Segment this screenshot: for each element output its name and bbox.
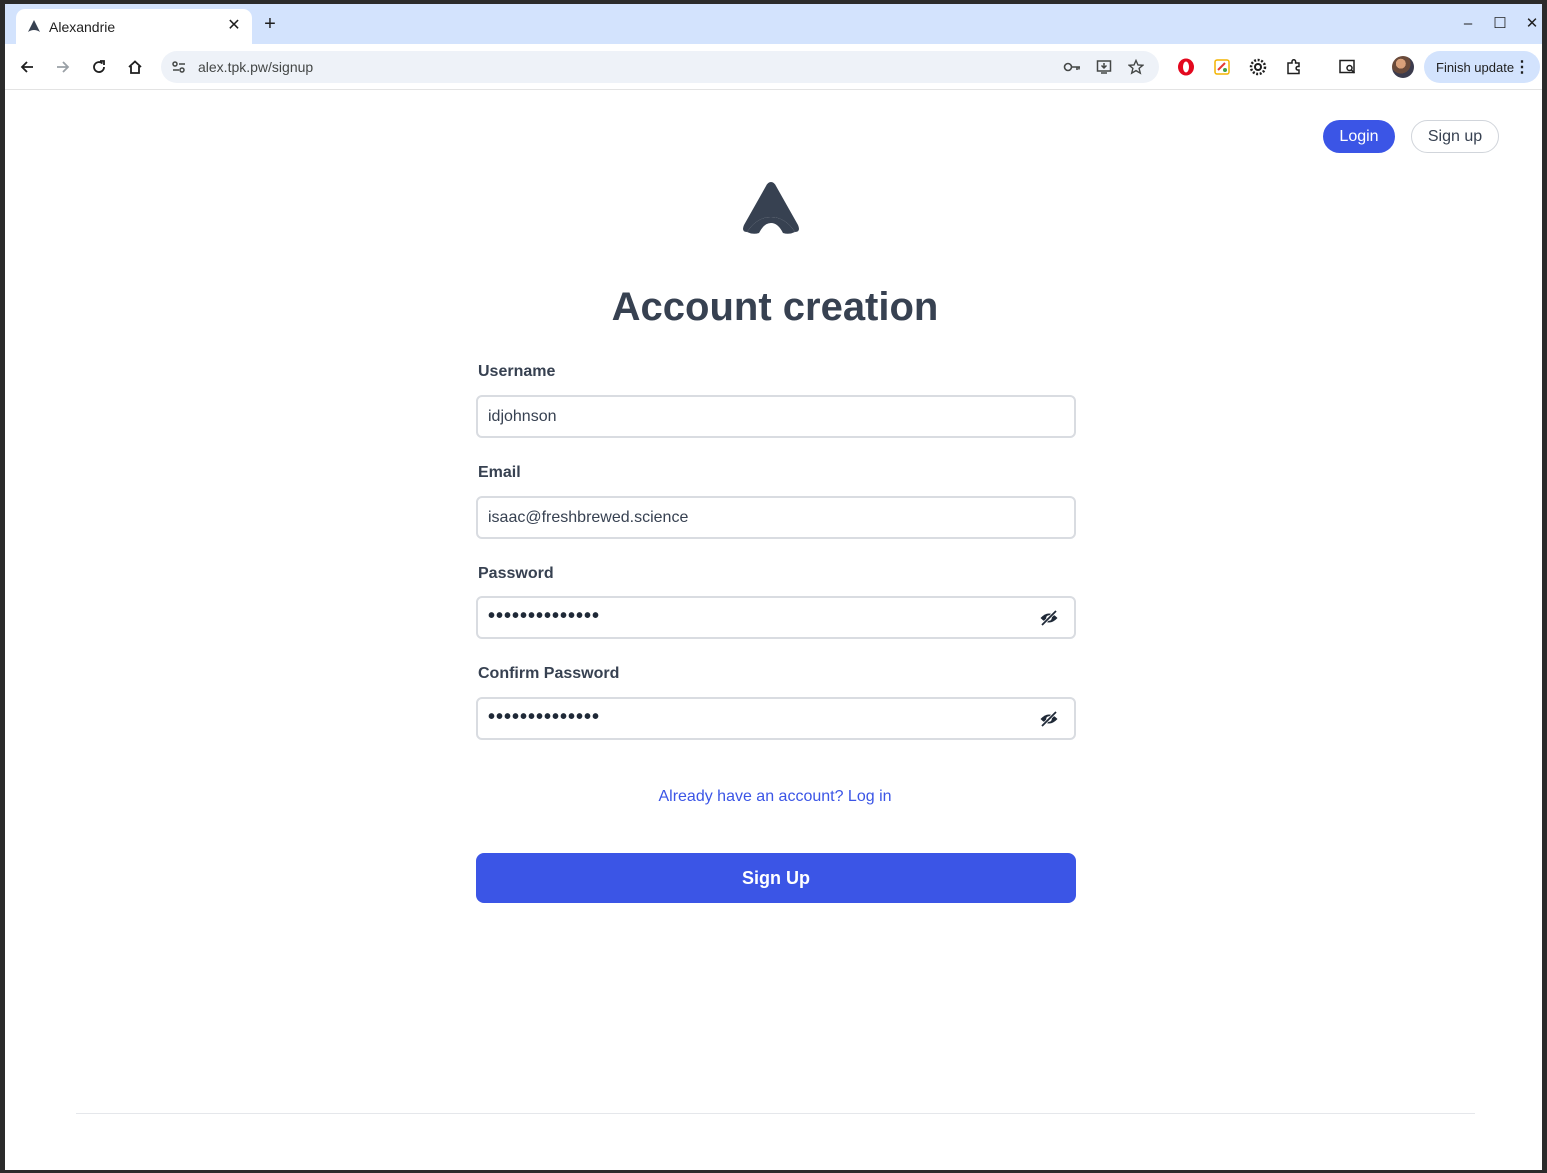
footer-divider <box>76 1113 1475 1114</box>
install-app-icon[interactable] <box>1095 58 1113 76</box>
browser-menu-icon[interactable]: ⋮ <box>1514 57 1530 77</box>
page-title: Account creation <box>611 285 939 329</box>
already-have-account-link[interactable]: Already have an account? Log in <box>5 788 1542 806</box>
forward-icon[interactable] <box>52 56 74 78</box>
url-text[interactable]: alex.tpk.pw/signup <box>198 59 313 75</box>
maximize-button[interactable]: ☐ <box>1490 14 1510 34</box>
email-label: Email <box>478 464 521 481</box>
confirm-password-field[interactable]: •••••••••••••• <box>476 697 1076 740</box>
favicon-icon <box>28 20 40 32</box>
site-settings-icon[interactable] <box>171 59 187 75</box>
username-value: idjohnson <box>488 408 557 425</box>
gear-extension-icon[interactable] <box>1248 57 1268 77</box>
bookmark-star-icon[interactable] <box>1127 58 1145 76</box>
password-value: •••••••••••••• <box>488 605 601 627</box>
profile-avatar[interactable] <box>1392 56 1414 78</box>
confirm-password-value: •••••••••••••• <box>488 706 601 728</box>
email-field[interactable]: isaac@freshbrewed.science <box>476 496 1076 539</box>
tab-alexandrie[interactable]: Alexandrie ✕ <box>16 9 252 44</box>
logo-icon <box>743 182 799 234</box>
finish-update-button[interactable]: Finish update ⋮ <box>1424 51 1540 83</box>
color-extension-icon[interactable] <box>1212 57 1232 77</box>
tab-strip: Alexandrie ✕ + – ☐ ✕ <box>5 4 1542 44</box>
minimize-button[interactable]: – <box>1458 14 1478 34</box>
password-field[interactable]: •••••••••••••• <box>476 596 1076 639</box>
browser-toolbar: alex.tpk.pw/signup <box>5 44 1542 90</box>
password-key-icon[interactable] <box>1063 58 1081 76</box>
header-signup-button[interactable]: Sign up <box>1411 120 1499 153</box>
browser-window: Alexandrie ✕ + – ☐ ✕ alex.tpk.pw/signup <box>5 4 1542 1170</box>
password-label: Password <box>478 565 554 582</box>
tab-title: Alexandrie <box>49 19 116 35</box>
tab-search-icon[interactable] <box>1338 57 1358 77</box>
header-login-button[interactable]: Login <box>1323 120 1395 153</box>
opera-extension-icon[interactable] <box>1176 57 1196 77</box>
extensions-puzzle-icon[interactable] <box>1284 57 1304 77</box>
username-field[interactable]: idjohnson <box>476 395 1076 438</box>
confirm-password-label: Confirm Password <box>478 665 620 682</box>
eye-off-icon[interactable] <box>1038 709 1060 729</box>
sign-up-submit-button[interactable]: Sign Up <box>476 853 1076 903</box>
home-icon[interactable] <box>124 56 146 78</box>
eye-off-icon[interactable] <box>1038 608 1060 628</box>
finish-update-label: Finish update <box>1436 60 1515 75</box>
page-content: Login Sign up Account creation Username … <box>5 91 1542 1170</box>
username-label: Username <box>478 363 556 380</box>
back-icon[interactable] <box>16 56 38 78</box>
email-value: isaac@freshbrewed.science <box>488 509 689 526</box>
close-window-button[interactable]: ✕ <box>1522 14 1542 34</box>
tab-close-icon[interactable]: ✕ <box>224 16 244 36</box>
reload-icon[interactable] <box>88 56 110 78</box>
address-bar[interactable]: alex.tpk.pw/signup <box>161 51 1159 83</box>
new-tab-button[interactable]: + <box>259 13 281 35</box>
